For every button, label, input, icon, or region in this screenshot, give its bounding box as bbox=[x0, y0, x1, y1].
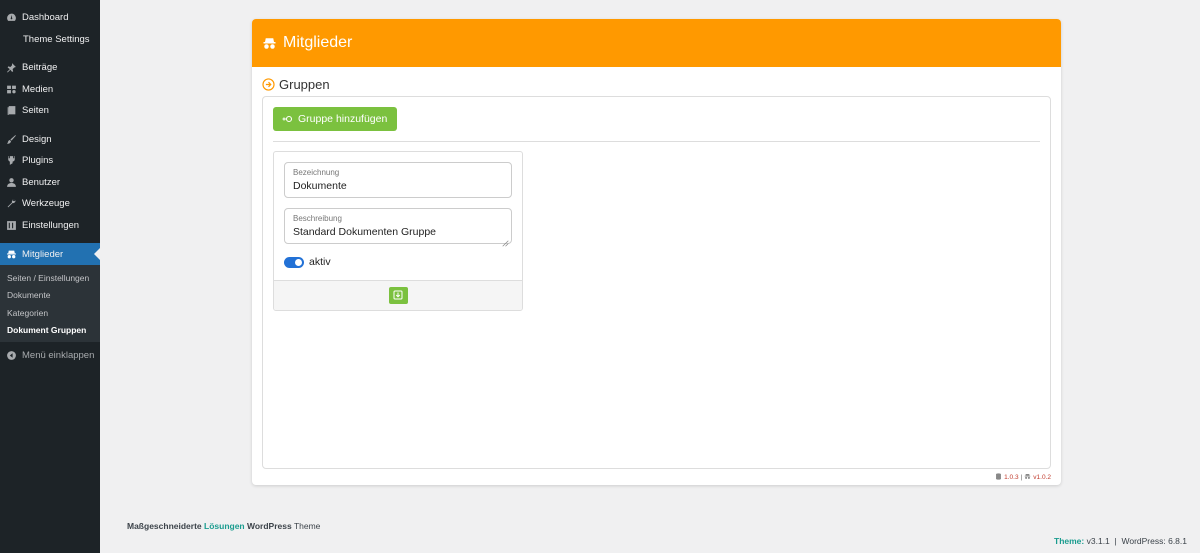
sidebar-item-design[interactable]: Design bbox=[0, 129, 100, 151]
footer-versions: Theme: v3.1.1 | WordPress: 6.8.1 bbox=[1054, 536, 1187, 546]
name-field-value: Dokumente bbox=[293, 180, 347, 192]
database-icon bbox=[995, 473, 1002, 482]
collapse-menu-button[interactable]: Menü einklappen bbox=[0, 345, 100, 367]
footer-wp-version: 6.8.1 bbox=[1168, 536, 1187, 546]
divider bbox=[273, 141, 1040, 142]
collapse-icon bbox=[6, 350, 17, 361]
sidebar-item-users[interactable]: Benutzer bbox=[0, 172, 100, 194]
version-separator: | bbox=[1020, 474, 1023, 481]
plugin-icon bbox=[6, 155, 17, 166]
active-toggle-label: aktiv bbox=[309, 256, 331, 268]
submenu-item-categories[interactable]: Kategorien bbox=[0, 304, 100, 322]
section-title: Gruppen bbox=[279, 77, 330, 92]
sidebar-item-label: Werkzeuge bbox=[22, 198, 70, 210]
add-group-label: Gruppe hinzufügen bbox=[298, 113, 388, 125]
group-card: Bezeichnung Dokumente Beschreibung Stand… bbox=[273, 151, 523, 311]
save-button[interactable] bbox=[388, 287, 408, 304]
footer-separator: | bbox=[1114, 536, 1117, 546]
pages-icon bbox=[6, 105, 17, 116]
members-panel: Mitglieder Gruppen Gruppe hinzufügen Bez… bbox=[252, 19, 1061, 485]
sidebar-item-label: Dashboard bbox=[22, 12, 69, 24]
key-plus-icon bbox=[281, 114, 293, 124]
sidebar-item-label: Design bbox=[22, 133, 52, 145]
members-icon bbox=[262, 36, 277, 51]
active-toggle-row: aktiv bbox=[284, 256, 331, 268]
dashboard-icon bbox=[6, 12, 17, 23]
description-field[interactable]: Beschreibung Standard Dokumenten Gruppe bbox=[284, 208, 512, 247]
circle-arrow-right-icon bbox=[262, 78, 275, 91]
submenu-item-documents[interactable]: Dokumente bbox=[0, 287, 100, 305]
footer-theme-version: v3.1.1 bbox=[1086, 536, 1110, 546]
resize-handle-icon[interactable] bbox=[502, 234, 509, 247]
footer-theme-label: Theme: bbox=[1054, 536, 1085, 546]
sidebar-item-media[interactable]: Medien bbox=[0, 79, 100, 101]
sidebar-item-label: Theme Settings bbox=[23, 33, 90, 45]
submenu-item-document-groups[interactable]: Dokument Gruppen bbox=[0, 322, 100, 340]
footer-wp-label: WordPress: bbox=[1121, 536, 1166, 546]
sidebar-item-theme-settings[interactable]: Theme Settings bbox=[0, 29, 100, 51]
wrench-icon bbox=[6, 198, 17, 209]
admin-sidebar: Dashboard Theme Settings Beiträge Medien… bbox=[0, 0, 100, 553]
sidebar-item-label: Einstellungen bbox=[22, 219, 80, 231]
section-heading: Gruppen bbox=[252, 67, 1061, 92]
version-info: 1.0.3 | v1.0.2 bbox=[995, 473, 1051, 482]
members-icon bbox=[1024, 473, 1031, 482]
db-version: 1.0.3 bbox=[1004, 474, 1019, 481]
sidebar-item-label: Seiten bbox=[22, 105, 49, 117]
settings-icon bbox=[6, 220, 17, 231]
brush-icon bbox=[6, 134, 17, 145]
sidebar-item-posts[interactable]: Beiträge bbox=[0, 57, 100, 79]
panel-header: Mitglieder bbox=[252, 19, 1061, 67]
media-icon bbox=[6, 84, 17, 95]
sidebar-item-settings[interactable]: Einstellungen bbox=[0, 215, 100, 237]
save-icon bbox=[393, 288, 403, 303]
members-submenu: Seiten / Einstellungen Dokumente Kategor… bbox=[0, 265, 100, 342]
name-field[interactable]: Bezeichnung Dokumente bbox=[284, 162, 512, 198]
sidebar-item-dashboard[interactable]: Dashboard bbox=[0, 7, 100, 29]
description-field-value: Standard Dokumenten Gruppe bbox=[293, 226, 437, 238]
sidebar-item-label: Plugins bbox=[22, 155, 54, 167]
sidebar-item-members[interactable]: Mitglieder bbox=[0, 243, 100, 265]
name-field-label: Bezeichnung bbox=[293, 168, 340, 177]
plugin-version: v1.0.2 bbox=[1033, 474, 1051, 481]
footer-text-3: WordPress bbox=[247, 521, 292, 531]
sidebar-item-pages[interactable]: Seiten bbox=[0, 100, 100, 122]
submenu-item-pages-settings[interactable]: Seiten / Einstellungen bbox=[0, 269, 100, 287]
sidebar-item-plugins[interactable]: Plugins bbox=[0, 150, 100, 172]
sidebar-item-label: Medien bbox=[22, 83, 54, 95]
collapse-menu-label: Menü einklappen bbox=[22, 350, 95, 362]
sidebar-item-tools[interactable]: Werkzeuge bbox=[0, 193, 100, 215]
groups-container: Gruppe hinzufügen Bezeichnung Dokumente … bbox=[262, 96, 1051, 469]
card-footer bbox=[274, 280, 522, 310]
panel-title: Mitglieder bbox=[283, 34, 353, 51]
add-group-button[interactable]: Gruppe hinzufügen bbox=[273, 107, 398, 131]
description-field-label: Beschreibung bbox=[293, 214, 342, 223]
sidebar-item-label: Beiträge bbox=[22, 62, 58, 74]
sidebar-item-label: Benutzer bbox=[22, 176, 61, 188]
footer-text-4: Theme bbox=[293, 521, 321, 531]
user-icon bbox=[6, 177, 17, 188]
footer-text-1: Maßgeschneiderte bbox=[127, 521, 202, 531]
footer-credits: Maßgeschneiderte Lösungen WordPress Them… bbox=[127, 521, 320, 531]
pin-icon bbox=[6, 62, 17, 73]
members-icon bbox=[6, 249, 17, 260]
footer-text-2: Lösungen bbox=[204, 521, 245, 531]
sidebar-item-label: Mitglieder bbox=[22, 248, 64, 260]
active-toggle[interactable] bbox=[284, 256, 304, 268]
